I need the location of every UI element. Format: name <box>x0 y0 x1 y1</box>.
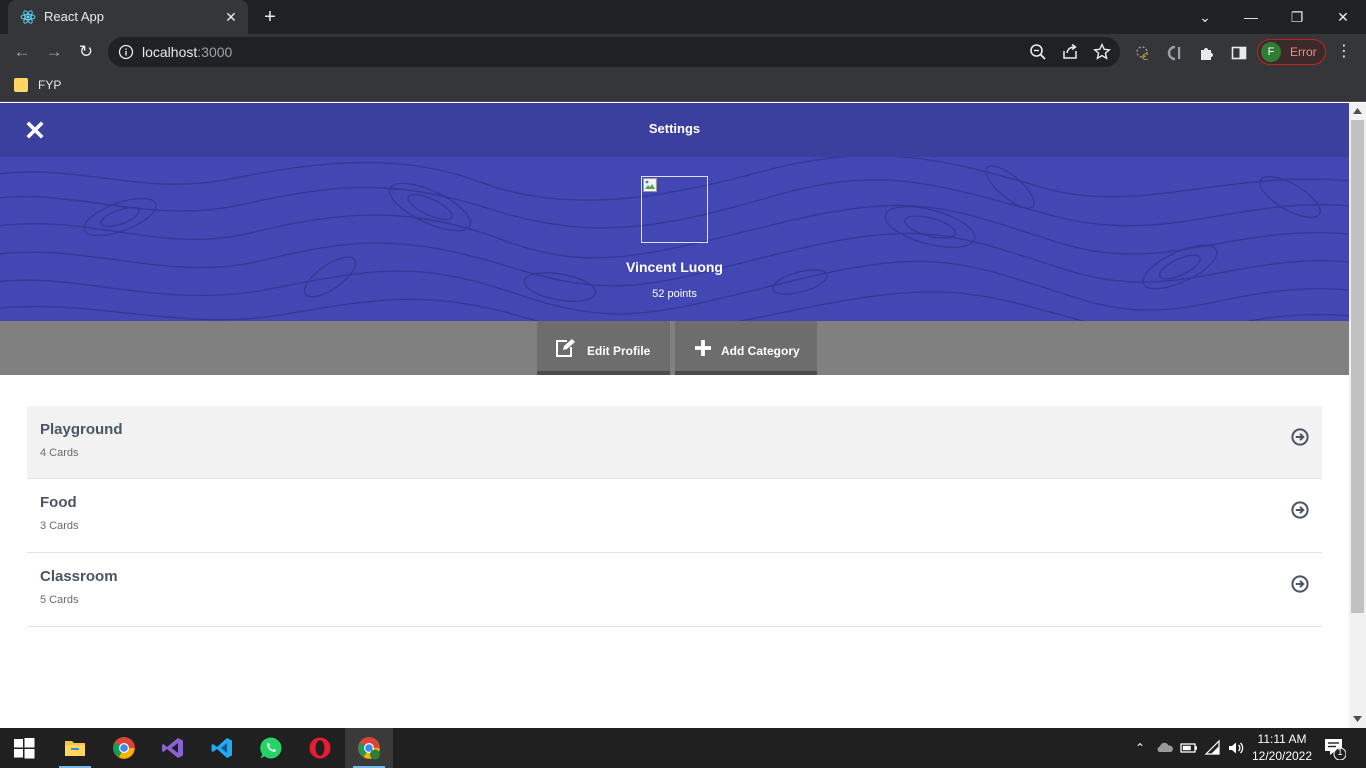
category-card-count: 5 Cards <box>40 594 79 606</box>
windows-logo-icon <box>14 738 35 759</box>
visual-studio-icon <box>162 738 183 758</box>
vscode-icon <box>211 738 232 758</box>
page-title: Settings <box>648 121 701 136</box>
category-card-count: 3 Cards <box>40 520 79 532</box>
url-port: :3000 <box>197 44 233 60</box>
forward-icon[interactable]: → <box>43 41 65 63</box>
scroll-down-icon[interactable] <box>1353 716 1362 723</box>
taskbar-clock[interactable]: 11:11 AM 12/20/2022 <box>1250 731 1314 765</box>
bookmarks-bar: FYP <box>0 70 1366 102</box>
taskbar-chrome-profile[interactable] <box>345 728 393 768</box>
settings-header: Settings <box>0 103 1349 157</box>
notification-center-button[interactable]: 1 <box>1322 736 1347 761</box>
chrome-icon <box>113 737 135 759</box>
tab-close-icon[interactable]: ✕ <box>222 8 240 26</box>
category-name: Classroom <box>40 568 118 585</box>
taskbar-whatsapp[interactable] <box>247 728 295 768</box>
profile-button[interactable]: F Error <box>1257 39 1326 65</box>
volume-icon[interactable] <box>1226 738 1246 758</box>
category-name: Food <box>40 494 77 511</box>
broken-image-icon <box>643 178 657 192</box>
reload-icon[interactable]: ↻ <box>75 41 97 63</box>
start-button[interactable] <box>0 728 48 768</box>
tab-title: React App <box>44 9 104 24</box>
user-name: Vincent Luong <box>626 259 723 275</box>
list-item[interactable]: Food 3 Cards <box>27 479 1322 553</box>
site-info-icon[interactable] <box>118 44 134 60</box>
taskbar-vscode[interactable] <box>198 728 246 768</box>
address-bar[interactable]: localhost:3000 <box>108 37 1120 67</box>
tray-expand-icon[interactable]: ⌃ <box>1130 738 1150 758</box>
browser-tab[interactable]: React App ✕ <box>8 0 248 34</box>
avatar <box>641 176 708 243</box>
battery-icon[interactable] <box>1179 738 1199 758</box>
arrow-right-circle-icon[interactable] <box>1290 500 1310 520</box>
tab-search-icon[interactable]: ⌄ <box>1193 5 1217 29</box>
profile-avatar: F <box>1261 42 1281 62</box>
opera-icon <box>309 737 331 759</box>
page-viewport: Settings Vincent Luong 52 points Edit Pr… <box>0 103 1349 728</box>
arrow-right-circle-icon[interactable] <box>1290 427 1310 447</box>
category-name: Playground <box>40 421 123 438</box>
folder-icon <box>65 741 85 756</box>
extension-c-icon[interactable]: C <box>1133 43 1153 63</box>
url-host: localhost <box>142 44 198 60</box>
page-scrollbar[interactable] <box>1349 103 1366 728</box>
notification-count: 1 <box>1337 747 1343 757</box>
category-card-count: 4 Cards <box>40 447 79 459</box>
edit-profile-button[interactable]: Edit Profile <box>537 321 670 375</box>
edit-icon <box>556 339 575 357</box>
whatsapp-icon <box>260 737 282 759</box>
taskbar-visual-studio[interactable] <box>149 728 197 768</box>
extension-ci-icon[interactable] <box>1165 43 1185 63</box>
restore-icon[interactable]: ❐ <box>1285 5 1309 29</box>
react-logo-icon <box>20 10 36 24</box>
share-icon[interactable] <box>1060 42 1080 62</box>
edit-profile-label: Edit Profile <box>587 344 651 358</box>
svg-text:C: C <box>1142 53 1148 63</box>
list-item[interactable]: Playground 4 Cards <box>27 406 1322 479</box>
clock-date: 12/20/2022 <box>1251 749 1313 763</box>
arrow-right-circle-icon[interactable] <box>1290 574 1310 594</box>
list-item[interactable]: Classroom 5 Cards <box>27 553 1322 627</box>
add-category-button[interactable]: Add Category <box>675 321 817 375</box>
side-panel-icon[interactable] <box>1229 43 1249 63</box>
bookmark-star-icon[interactable] <box>1092 42 1112 62</box>
category-list: Playground 4 Cards Food 3 Cards Classroo… <box>27 406 1322 627</box>
add-category-label: Add Category <box>721 344 800 358</box>
windows-taskbar: ⌃ 11:11 AM 12/20/2022 1 <box>0 728 1366 768</box>
browser-menu-icon[interactable]: ⋮ <box>1334 42 1354 62</box>
onedrive-icon[interactable] <box>1155 738 1175 758</box>
folder-icon <box>14 78 28 92</box>
taskbar-opera[interactable] <box>296 728 344 768</box>
taskbar-chrome[interactable] <box>100 728 148 768</box>
taskbar-file-explorer[interactable] <box>51 728 99 768</box>
user-points: 52 points <box>652 288 697 300</box>
extensions-puzzle-icon[interactable] <box>1197 43 1217 63</box>
profile-banner: Vincent Luong 52 points <box>0 157 1349 321</box>
window-close-icon[interactable]: ✕ <box>1331 5 1355 29</box>
bookmark-label: FYP <box>38 78 62 92</box>
action-bar: Edit Profile Add Category <box>0 321 1349 375</box>
back-icon[interactable]: ← <box>11 41 33 63</box>
scroll-up-icon[interactable] <box>1353 107 1362 114</box>
browser-tab-strip: React App ✕ + ⌄ — ❐ ✕ <box>0 0 1366 34</box>
new-tab-icon[interactable]: + <box>259 6 281 28</box>
chrome-profile-icon <box>358 737 380 760</box>
url-text: localhost:3000 <box>142 44 232 60</box>
profile-status: Error <box>1290 45 1317 59</box>
minimize-icon[interactable]: — <box>1239 5 1263 29</box>
wifi-icon[interactable] <box>1203 738 1223 758</box>
scroll-thumb[interactable] <box>1351 120 1364 613</box>
zoom-icon[interactable] <box>1028 42 1048 62</box>
browser-toolbar: ← → ↻ localhost:3000 C F Error ⋮ <box>0 34 1366 70</box>
plus-icon <box>695 340 711 356</box>
clock-time: 11:11 AM <box>1257 732 1307 746</box>
